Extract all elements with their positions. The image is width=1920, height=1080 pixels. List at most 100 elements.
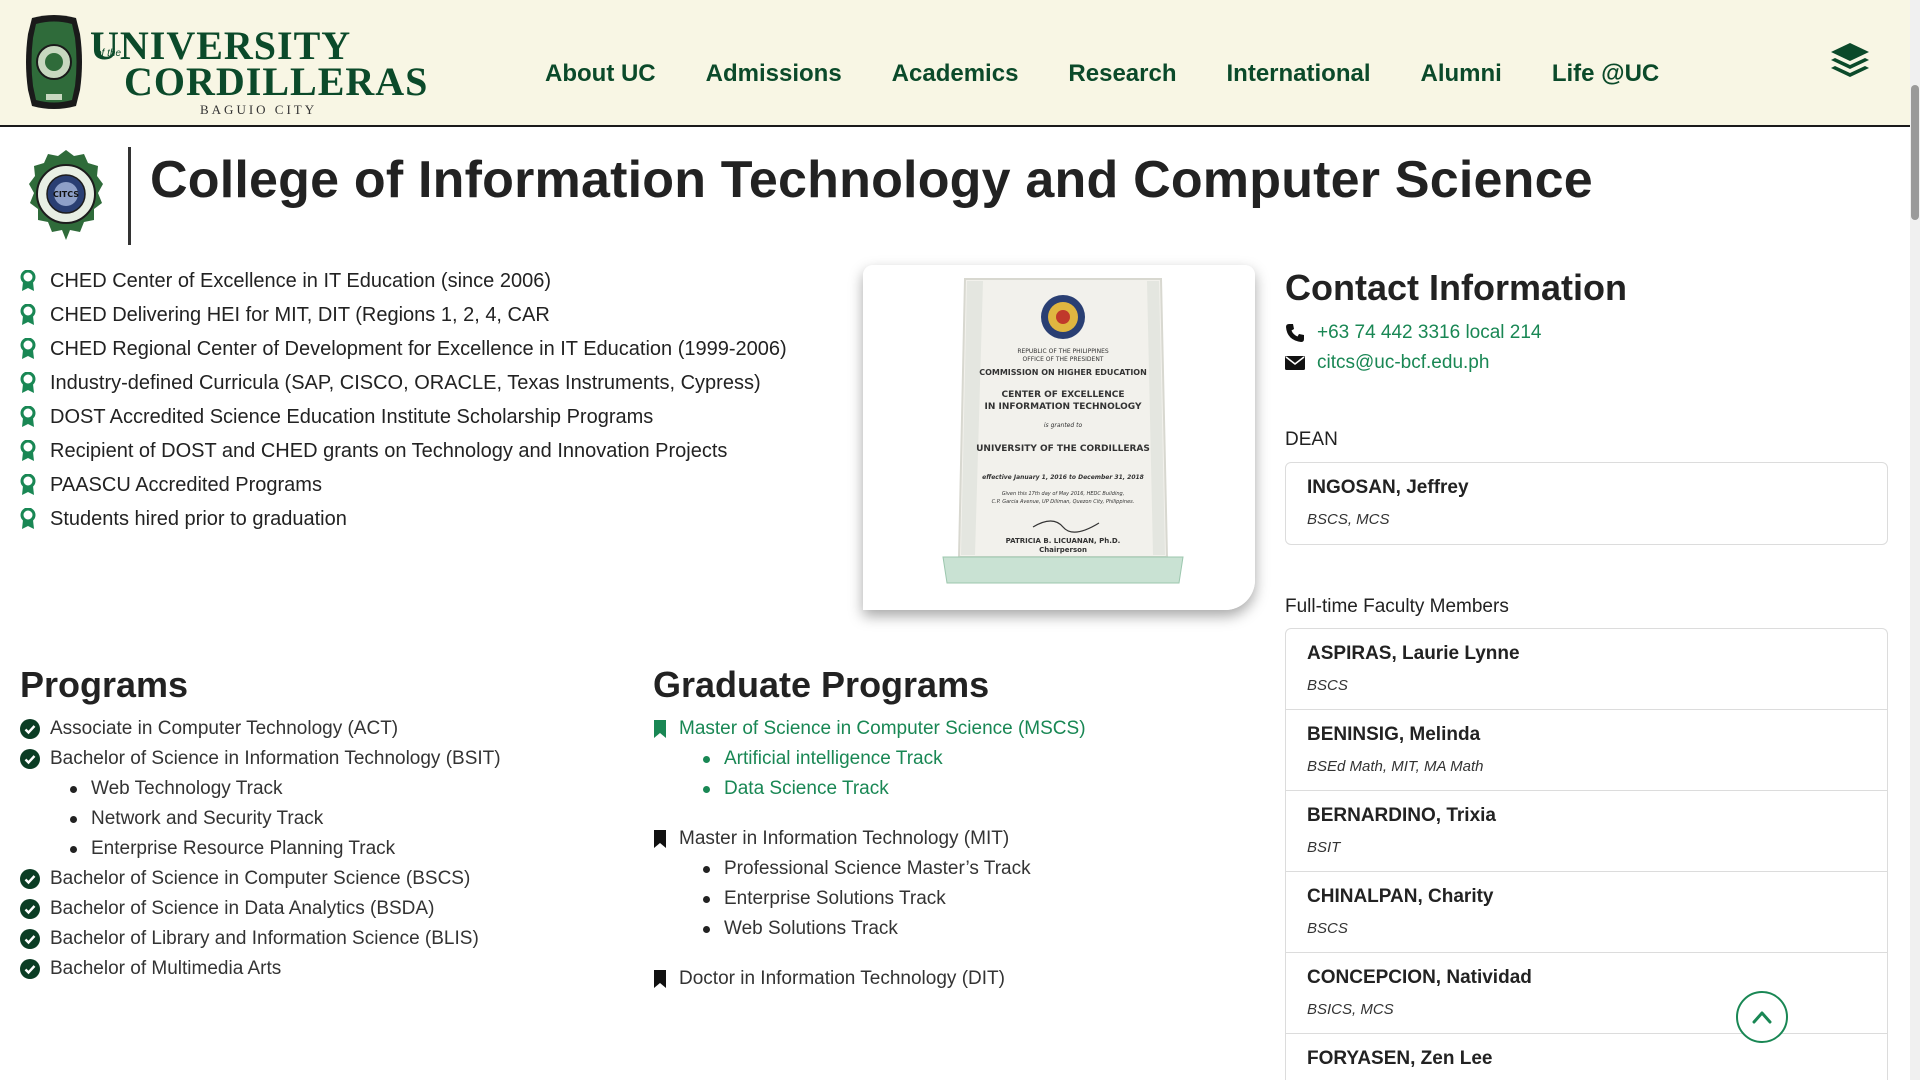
program-label[interactable]: Master of Science in Computer Science (M… — [679, 714, 1086, 744]
contact-phone[interactable]: +63 74 442 3316 local 214 — [1285, 322, 1542, 344]
faculty-row: FORYASEN, Zen Lee — [1286, 1034, 1887, 1080]
achievement-text: PAASCU Accredited Programs — [50, 473, 322, 496]
faculty-name: FORYASEN, Zen Lee — [1307, 1048, 1493, 1069]
faculty-row: BERNARDINO, Trixia BSIT — [1286, 791, 1887, 872]
programs-list: Associate in Computer Technology (ACT) B… — [20, 714, 501, 984]
check-circle-icon — [20, 929, 40, 949]
phone-number[interactable]: +63 74 442 3316 local 214 — [1317, 322, 1542, 344]
achievement-item: CHED Regional Center of Development for … — [20, 332, 787, 366]
faculty-degree: BSCS — [1307, 920, 1348, 937]
faculty-row: CONCEPCION, Natividad BSICS, MCS — [1286, 953, 1887, 1034]
nav-alumni[interactable]: Alumni — [1421, 60, 1502, 88]
achievement-item: Students hired prior to graduation — [20, 502, 787, 536]
achievement-text: CHED Regional Center of Development for … — [50, 337, 787, 360]
dean-label: DEAN — [1285, 429, 1338, 450]
university-seal-icon — [26, 15, 82, 109]
achievement-item: CHED Delivering HEI for MIT, DIT (Region… — [20, 298, 787, 332]
track-item[interactable]: Data Science Track — [653, 774, 1086, 804]
nav-research[interactable]: Research — [1068, 60, 1176, 88]
plaque-text: PATRICIA B. LICUANAN, Ph.D. — [1006, 537, 1121, 545]
logo-of-the: of the — [96, 48, 122, 59]
achievements-list: CHED Center of Excellence in IT Educatio… — [20, 264, 787, 536]
faculty-name: INGOSAN, Jeffrey — [1307, 477, 1469, 498]
program-label: Bachelor of Library and Information Scie… — [50, 928, 479, 949]
logo-line-cordilleras: CORDILLERAS — [124, 59, 429, 104]
faculty-name: BERNARDINO, Trixia — [1307, 805, 1496, 826]
envelope-icon — [1285, 356, 1305, 370]
bullet-icon — [703, 865, 710, 873]
plaque-text: IN INFORMATION TECHNOLOGY — [984, 402, 1142, 412]
layers-icon[interactable] — [1828, 40, 1872, 84]
bullet-icon — [70, 845, 77, 853]
award-photo: REPUBLIC OF THE PHILIPPINES OFFICE OF TH… — [863, 265, 1255, 610]
scrollbar-thumb[interactable] — [1911, 85, 1919, 220]
award-plaque-image: REPUBLIC OF THE PHILIPPINES OFFICE OF TH… — [863, 265, 1255, 610]
faculty-degree: BSCS — [1307, 677, 1348, 694]
achievement-text: Students hired prior to graduation — [50, 507, 347, 530]
track-item: Web Solutions Track — [653, 914, 1086, 944]
main-nav: About UC Admissions Academics Research I… — [545, 60, 1709, 88]
nav-about-uc[interactable]: About UC — [545, 60, 656, 88]
graduate-programs-heading: Graduate Programs — [653, 664, 990, 705]
graduate-program-mscs[interactable]: Master of Science in Computer Science (M… — [653, 714, 1086, 744]
award-icon — [20, 338, 36, 359]
program-item: Associate in Computer Technology (ACT) — [20, 714, 501, 744]
track-item: Enterprise Resource Planning Track — [20, 834, 501, 864]
track-item: Professional Science Master’s Track — [653, 854, 1086, 884]
programs-heading: Programs — [20, 664, 189, 705]
phone-icon — [1286, 324, 1304, 342]
plaque-text: is granted to — [1044, 422, 1083, 429]
award-icon — [20, 440, 36, 461]
contact-email[interactable]: citcs@uc-bcf.edu.ph — [1285, 352, 1489, 374]
page-title: College of Information Technology and Co… — [150, 151, 1593, 209]
faculty-degree: BSIT — [1307, 839, 1341, 856]
university-logo[interactable]: UNIVERSITY CORDILLERAS BAGUIO CITY of th… — [24, 14, 427, 117]
email-address[interactable]: citcs@uc-bcf.edu.ph — [1317, 352, 1489, 374]
plaque-text: effective January 1, 2016 to December 31… — [982, 474, 1144, 481]
faculty-degree: BSCS, MCS — [1307, 511, 1390, 528]
nav-international[interactable]: International — [1227, 60, 1371, 88]
college-seal-icon: CITCS — [29, 150, 103, 240]
nav-admissions[interactable]: Admissions — [706, 60, 842, 88]
track-item[interactable]: Artificial intelligence Track — [653, 744, 1086, 774]
faculty-name: ASPIRAS, Laurie Lynne — [1307, 643, 1520, 664]
nav-life-uc[interactable]: Life @UC — [1552, 60, 1659, 88]
track-label[interactable]: Data Science Track — [724, 774, 889, 804]
plaque-text: Chairperson — [1039, 546, 1087, 554]
check-circle-icon — [20, 899, 40, 919]
page-scrollbar[interactable] — [1910, 0, 1920, 1080]
check-circle-icon — [20, 749, 40, 769]
faculty-degree: BSEd Math, MIT, MA Math — [1307, 758, 1484, 775]
faculty-degree: BSICS, MCS — [1307, 1001, 1394, 1018]
back-to-top-button[interactable] — [1736, 991, 1788, 1043]
program-item: Bachelor of Science in Information Techn… — [20, 744, 501, 774]
bookmark-icon — [654, 720, 666, 738]
plaque-text: C.P. Garcia Avenue, UP Diliman, Quezon C… — [992, 499, 1135, 505]
dean-card: INGOSAN, Jeffrey BSCS, MCS — [1285, 462, 1888, 545]
faculty-row: ASPIRAS, Laurie Lynne BSCS — [1286, 629, 1887, 710]
program-item: Bachelor of Library and Information Scie… — [20, 924, 501, 954]
check-circle-icon — [20, 719, 40, 739]
award-icon — [20, 406, 36, 427]
check-circle-icon — [20, 869, 40, 889]
track-label: Web Technology Track — [91, 778, 283, 799]
plaque-text: REPUBLIC OF THE PHILIPPINES — [1017, 348, 1109, 355]
program-label: Bachelor of Science in Information Techn… — [50, 748, 501, 769]
award-icon — [20, 474, 36, 495]
logo-wordmark: UNIVERSITY CORDILLERAS BAGUIO CITY — [90, 26, 429, 118]
award-icon — [20, 304, 36, 325]
faculty-name: CONCEPCION, Natividad — [1307, 967, 1532, 988]
bullet-icon — [703, 755, 710, 763]
achievement-item: PAASCU Accredited Programs — [20, 468, 787, 502]
faculty-row: BENINSIG, Melinda BSEd Math, MIT, MA Mat… — [1286, 710, 1887, 791]
achievement-item: DOST Accredited Science Education Instit… — [20, 400, 787, 434]
achievement-text: Industry-defined Curricula (SAP, CISCO, … — [50, 371, 761, 394]
track-label: Network and Security Track — [91, 808, 324, 829]
nav-academics[interactable]: Academics — [892, 60, 1019, 88]
plaque-text: CENTER OF EXCELLENCE — [1002, 390, 1125, 400]
plaque-text: OFFICE OF THE PRESIDENT — [1023, 356, 1104, 363]
track-label[interactable]: Artificial intelligence Track — [724, 744, 943, 774]
check-circle-icon — [20, 959, 40, 979]
achievement-text: CHED Delivering HEI for MIT, DIT (Region… — [50, 303, 550, 326]
bookmark-icon — [654, 970, 666, 988]
